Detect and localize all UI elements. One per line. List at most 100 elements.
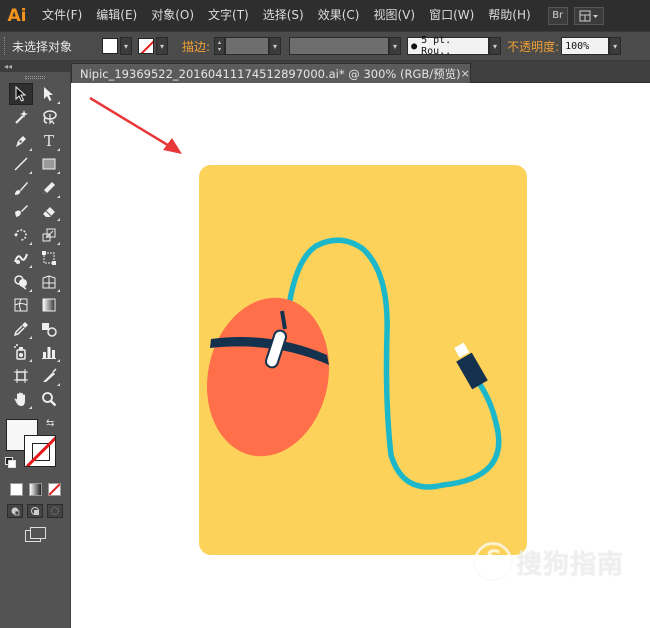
stroke-color-box[interactable]: [24, 435, 56, 467]
warp-tool[interactable]: [9, 247, 33, 269]
eyedropper-tool[interactable]: [9, 318, 33, 340]
selection-tool[interactable]: [9, 82, 33, 105]
fill-swatch[interactable]: [102, 38, 119, 54]
lasso-tool[interactable]: [37, 106, 61, 128]
brush-dot-icon: ●: [411, 40, 418, 52]
menu-select[interactable]: 选择(S): [256, 0, 311, 31]
brush-definition-dropdown[interactable]: ▾: [489, 37, 502, 55]
artboard-tool[interactable]: [9, 365, 33, 387]
gradient-mode-button[interactable]: [28, 483, 42, 496]
watermark-url: zhinan.sogou.com: [474, 586, 625, 601]
pencil-tool[interactable]: [37, 177, 61, 199]
rotate-tool[interactable]: [9, 224, 33, 246]
stroke-swatch[interactable]: [138, 38, 155, 54]
arrow-head: [163, 138, 182, 154]
fill-dropdown[interactable]: ▾: [120, 37, 133, 55]
shape-builder-tool[interactable]: [9, 271, 33, 293]
rectangle-tool-icon: [42, 158, 56, 170]
selection-tool-icon: [15, 85, 27, 102]
none-mode-button[interactable]: [47, 483, 61, 496]
brush-definition-field[interactable]: ● 5 pt. Rou..: [407, 35, 490, 57]
color-mode-button[interactable]: [9, 483, 23, 496]
free-transform-tool-icon: [42, 251, 56, 266]
stroke-weight-dropdown[interactable]: ▾: [269, 37, 282, 55]
mesh-tool[interactable]: [9, 294, 33, 316]
stroke-label[interactable]: 描边:: [182, 38, 210, 55]
stroke-dropdown[interactable]: ▾: [156, 37, 169, 55]
variable-width-profile[interactable]: [289, 37, 390, 55]
hand-tool[interactable]: [9, 388, 33, 410]
menu-window[interactable]: 窗口(W): [422, 0, 481, 31]
document-tab-title: Nipic_19369522_20160411174512897000.ai* …: [80, 66, 461, 81]
perspective-grid-tool-icon: [42, 275, 56, 289]
free-transform-tool[interactable]: [37, 247, 61, 269]
rectangle-tool[interactable]: [37, 153, 61, 175]
draw-inside-icon: [51, 507, 59, 515]
zoom-tool[interactable]: [37, 388, 61, 410]
direct-selection-tool-icon: [44, 86, 53, 101]
sogou-logo-icon: [474, 542, 512, 580]
selection-status: 未选择对象: [12, 39, 73, 54]
eraser-tool[interactable]: [37, 200, 61, 222]
slice-tool[interactable]: [37, 365, 61, 387]
menu-object[interactable]: 对象(O): [144, 0, 201, 31]
draw-normal-button[interactable]: [7, 504, 23, 518]
pen-tool[interactable]: [9, 130, 33, 152]
screen-mode-button[interactable]: [23, 526, 47, 542]
menu-type[interactable]: 文字(T): [201, 0, 256, 31]
control-bar-grip[interactable]: [4, 37, 8, 55]
menu-help[interactable]: 帮助(H): [481, 0, 537, 31]
type-tool[interactable]: T: [37, 130, 61, 152]
draw-inside-button[interactable]: [47, 504, 63, 518]
bridge-button[interactable]: Br: [547, 6, 568, 25]
warp-tool-icon: [14, 253, 28, 265]
tools-panel-grip[interactable]: [0, 72, 70, 82]
illustrator-logo-icon: Ai: [7, 5, 27, 26]
stroke-weight-field[interactable]: [225, 37, 270, 55]
draw-behind-button[interactable]: [27, 504, 43, 518]
scale-tool-icon: [42, 228, 56, 242]
line-segment-tool[interactable]: [9, 153, 33, 175]
direct-selection-tool[interactable]: [37, 83, 61, 105]
symbol-sprayer-tool[interactable]: [9, 341, 33, 363]
menu-effect[interactable]: 效果(C): [311, 0, 367, 31]
shape-builder-tool-icon: [14, 275, 27, 290]
menu-bar: Ai 文件(F) 编辑(E) 对象(O) 文字(T) 选择(S) 效果(C) 视…: [0, 0, 650, 31]
pencil-tool-icon: [43, 181, 55, 194]
scale-tool[interactable]: [37, 224, 61, 246]
magic-wand-tool-icon: [15, 110, 28, 124]
mesh-tool-icon: [14, 298, 28, 312]
gradient-tool-icon: [42, 298, 56, 312]
document-tab[interactable]: Nipic_19369522_20160411174512897000.ai* …: [71, 63, 471, 83]
menu-file[interactable]: 文件(F): [34, 0, 89, 31]
eyedropper-tool-icon: [13, 321, 28, 336]
variable-width-dropdown[interactable]: ▾: [389, 37, 402, 55]
symbol-sprayer-tool-icon: [14, 344, 26, 360]
draw-behind-icon: [31, 507, 39, 515]
close-icon[interactable]: ×: [461, 67, 470, 80]
magic-wand-tool[interactable]: [9, 106, 33, 128]
gradient-tool[interactable]: [37, 294, 61, 316]
opacity-dropdown[interactable]: ▾: [609, 37, 622, 55]
swap-fill-stroke-icon[interactable]: ⇆: [46, 418, 54, 429]
column-graph-tool[interactable]: [37, 341, 61, 363]
rotate-tool-icon: [14, 229, 27, 241]
perspective-grid-tool[interactable]: [37, 271, 61, 293]
menu-edit[interactable]: 编辑(E): [89, 0, 144, 31]
zoom-tool-icon: [42, 392, 57, 407]
blend-tool[interactable]: [37, 318, 61, 340]
opacity-label[interactable]: 不透明度:: [507, 38, 559, 55]
stroke-weight-spinner[interactable]: ▴ ▾: [214, 37, 226, 55]
eraser-tool-icon: [43, 207, 55, 218]
paintbrush-tool-icon: [15, 181, 28, 195]
paintbrush-tool[interactable]: [9, 177, 33, 199]
sogou-watermark: 搜狗指南 zhinan.sogou.com: [474, 540, 644, 610]
default-fill-stroke-icon[interactable]: [5, 457, 16, 468]
slice-tool-icon: [43, 368, 57, 382]
column-graph-tool-icon: [42, 347, 56, 360]
menu-view[interactable]: 视图(V): [366, 0, 422, 31]
blob-brush-tool[interactable]: [9, 200, 33, 222]
tools-panel-collapse[interactable]: ◂◂: [0, 61, 70, 72]
opacity-field[interactable]: 100%: [561, 37, 610, 55]
workspace-switcher-button[interactable]: [573, 6, 604, 25]
